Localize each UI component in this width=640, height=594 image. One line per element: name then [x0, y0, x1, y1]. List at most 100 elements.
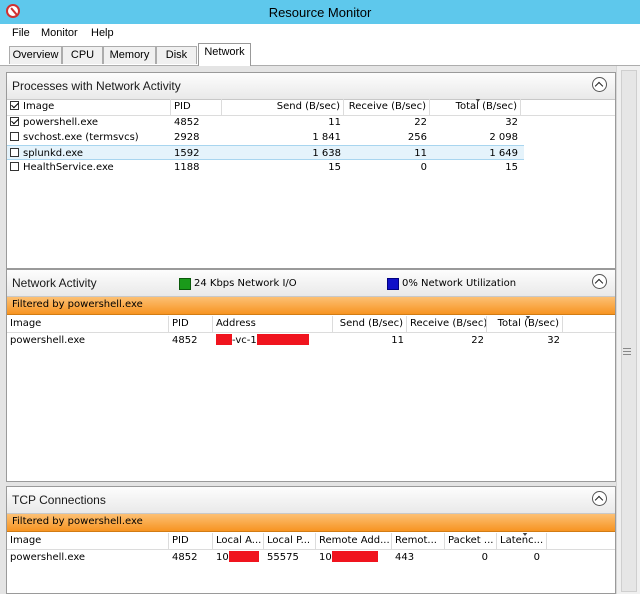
process-image: splunkd.exe — [23, 148, 84, 159]
table-header: Image PID Send (B/sec) Receive (B/sec) T… — [7, 99, 615, 116]
column-packet-loss[interactable]: Packet ... — [445, 533, 497, 549]
column-image[interactable]: Image — [7, 316, 169, 332]
sort-descending-icon — [475, 99, 481, 102]
table-row[interactable]: svchost.exe (termsvcs) 2928 1 841 256 2 … — [7, 130, 615, 145]
network-activity-panel: Network Activity 24 Kbps Network I/O 0% … — [6, 269, 616, 482]
menu-monitor[interactable]: Monitor — [41, 27, 78, 39]
tcp-packet-loss: 0 — [481, 552, 488, 563]
network-utilization-legend-icon — [387, 278, 399, 290]
column-remote-port[interactable]: Remot... — [392, 533, 445, 549]
tcp-image: powershell.exe — [10, 552, 86, 563]
table-row[interactable]: powershell.exe 4852 -vc-1 11 22 32 — [7, 333, 615, 348]
filter-bar: Filtered by powershell.exe — [7, 297, 615, 315]
sort-descending-icon — [524, 316, 531, 319]
column-send[interactable]: Send (B/sec) — [222, 99, 344, 115]
processes-panel: Processes with Network Activity Image PI… — [6, 72, 616, 269]
column-pid[interactable]: PID — [171, 99, 222, 115]
tcp-remote-port: 443 — [395, 552, 415, 563]
grip-icon — [623, 348, 631, 356]
network-io-legend-icon — [179, 278, 191, 290]
process-send: 1 841 — [312, 132, 341, 143]
activity-image: powershell.exe — [10, 335, 86, 346]
process-send: 1 638 — [312, 148, 341, 159]
table-header: Image PID Address Send (B/sec) Receive (… — [7, 316, 615, 333]
activity-receive: 22 — [471, 335, 484, 346]
content-area: Processes with Network Activity Image PI… — [0, 66, 616, 594]
column-local-port[interactable]: Local P... — [264, 533, 316, 549]
collapse-icon[interactable] — [592, 77, 607, 92]
checkbox-icon[interactable] — [10, 148, 19, 157]
column-send[interactable]: Send (B/sec) — [333, 316, 407, 332]
process-total: 15 — [505, 162, 518, 173]
process-total: 2 098 — [489, 132, 518, 143]
collapse-icon[interactable] — [592, 274, 607, 289]
scroll-thumb[interactable] — [621, 70, 637, 592]
tcp-local-port: 55575 — [267, 552, 299, 563]
column-pid[interactable]: PID — [169, 316, 213, 332]
title-bar: Resource Monitor — [0, 0, 640, 24]
redaction-block — [228, 551, 259, 562]
process-image: HealthService.exe — [23, 162, 114, 173]
column-pid[interactable]: PID — [169, 533, 213, 549]
column-receive[interactable]: Receive (B/sec) — [407, 316, 487, 332]
menu-file[interactable]: File — [12, 27, 30, 39]
column-total[interactable]: Total (B/sec) — [430, 99, 521, 115]
filter-bar: Filtered by powershell.exe — [7, 514, 615, 532]
redaction-block — [216, 334, 232, 345]
redaction-block — [256, 334, 309, 345]
table-row[interactable]: HealthService.exe 1188 15 0 15 — [7, 160, 615, 175]
column-remote-address[interactable]: Remote Add... — [316, 533, 392, 549]
process-send: 15 — [328, 162, 341, 173]
processes-panel-header[interactable]: Processes with Network Activity — [7, 73, 615, 100]
column-total[interactable]: Total (B/sec) — [487, 316, 563, 332]
sort-descending-icon — [521, 533, 528, 536]
tcp-connections-panel: TCP Connections Filtered by powershell.e… — [6, 486, 616, 594]
column-local-address[interactable]: Local A... — [213, 533, 264, 549]
vertical-scrollbar[interactable] — [616, 66, 640, 594]
checkbox-icon[interactable] — [10, 101, 19, 110]
activity-address: -vc-1 — [213, 333, 333, 348]
table-row[interactable]: powershell.exe 4852 11 22 32 — [7, 115, 615, 130]
network-activity-panel-header[interactable]: Network Activity 24 Kbps Network I/O 0% … — [7, 270, 615, 297]
tab-cpu[interactable]: CPU — [62, 46, 103, 64]
table-header: Image PID Local A... Local P... Remote A… — [7, 533, 615, 550]
column-receive[interactable]: Receive (B/sec) — [344, 99, 430, 115]
tcp-pid: 4852 — [172, 552, 198, 563]
activity-total: 32 — [547, 335, 560, 346]
process-image: svchost.exe (termsvcs) — [23, 132, 139, 143]
process-receive: 256 — [407, 132, 427, 143]
column-image[interactable]: Image — [7, 99, 171, 115]
checkbox-icon[interactable] — [10, 117, 19, 126]
activity-pid: 4852 — [172, 335, 198, 346]
process-pid: 4852 — [174, 117, 200, 128]
tab-disk[interactable]: Disk — [156, 46, 197, 64]
panel-title: Network Activity — [12, 276, 97, 290]
panel-title: TCP Connections — [12, 493, 106, 507]
table-row-selected[interactable]: splunkd.exe 1592 1 638 11 1 649 — [7, 145, 524, 160]
menu-bar: File Monitor Help — [0, 24, 640, 43]
filter-label: Filtered by powershell.exe — [12, 299, 143, 310]
filter-label: Filtered by powershell.exe — [12, 516, 143, 527]
activity-send: 11 — [391, 335, 404, 346]
window-title: Resource Monitor — [268, 5, 372, 20]
tab-memory[interactable]: Memory — [103, 46, 156, 64]
tcp-remote-address: 10 — [316, 550, 392, 565]
column-latency[interactable]: Latenc... — [497, 533, 547, 549]
menu-help[interactable]: Help — [91, 27, 114, 39]
process-pid: 2928 — [174, 132, 200, 143]
checkbox-icon[interactable] — [10, 162, 19, 171]
tab-overview[interactable]: Overview — [9, 46, 62, 64]
redaction-block — [331, 551, 378, 562]
process-receive: 11 — [414, 148, 427, 159]
column-image[interactable]: Image — [7, 533, 169, 549]
tcp-connections-panel-header[interactable]: TCP Connections — [7, 487, 615, 514]
checkbox-icon[interactable] — [10, 132, 19, 141]
column-address[interactable]: Address — [213, 316, 333, 332]
process-receive: 0 — [420, 162, 427, 173]
collapse-icon[interactable] — [592, 491, 607, 506]
tab-network[interactable]: Network — [198, 43, 251, 66]
tcp-local-address: 10 — [213, 550, 264, 565]
tab-strip: Overview CPU Memory Disk Network — [0, 43, 640, 66]
process-total: 32 — [505, 117, 518, 128]
table-row[interactable]: powershell.exe 4852 10 55575 10 443 0 0 — [7, 550, 615, 565]
